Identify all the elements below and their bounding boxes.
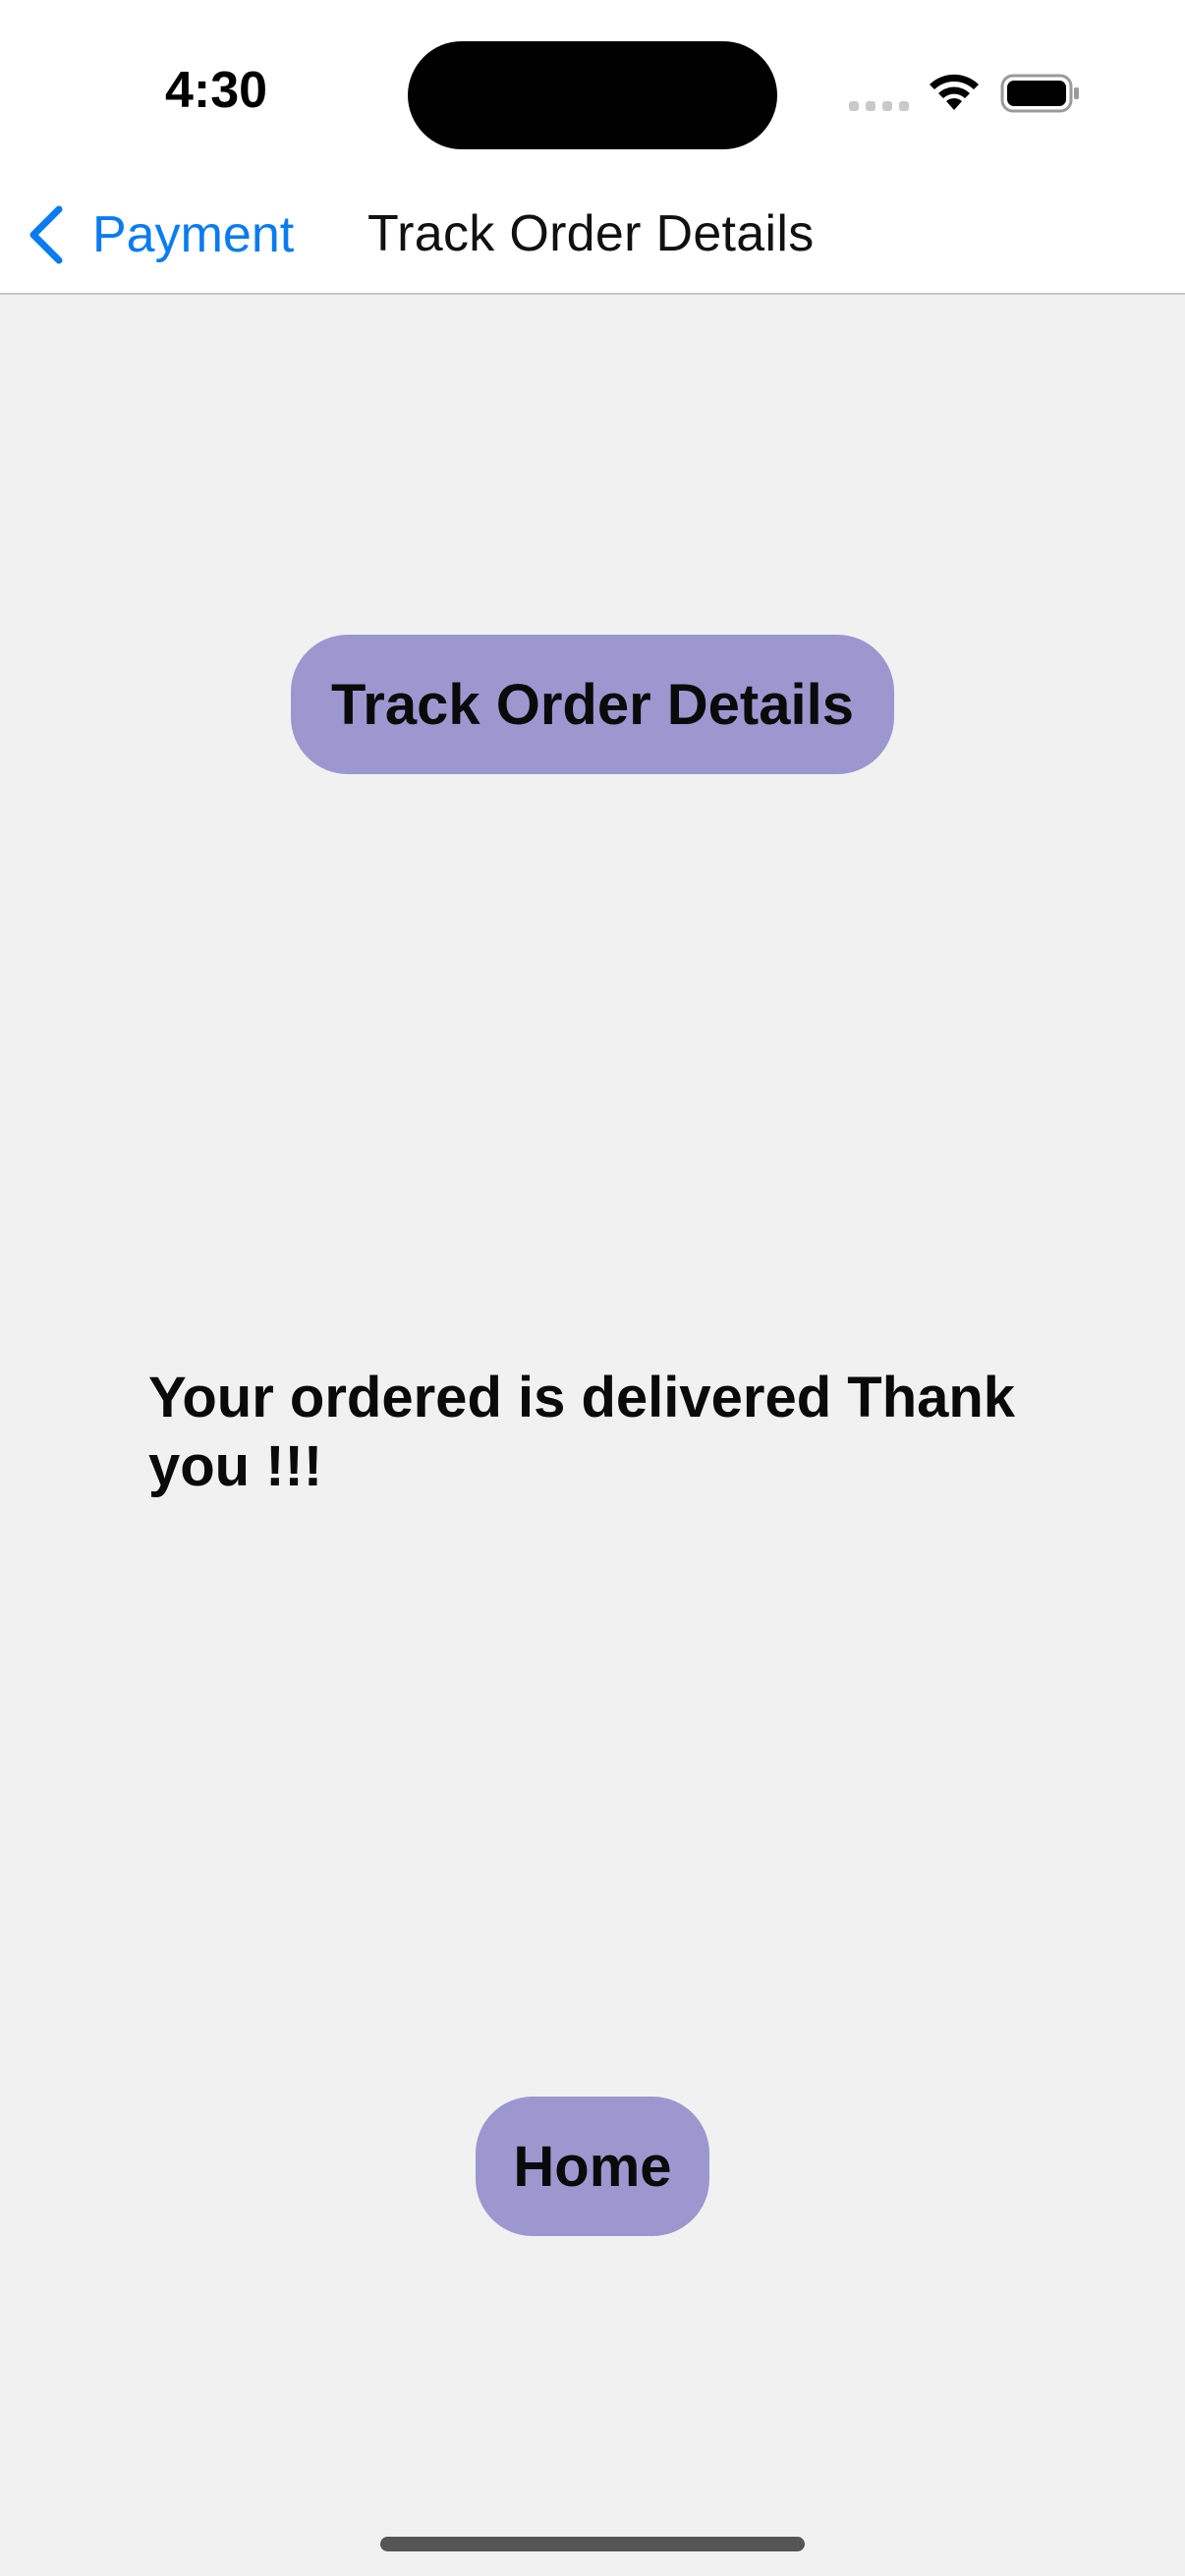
home-indicator[interactable] bbox=[380, 2537, 805, 2551]
dynamic-island bbox=[408, 41, 777, 149]
back-label: Payment bbox=[92, 206, 295, 263]
track-order-details-button[interactable]: Track Order Details bbox=[291, 635, 894, 774]
home-button[interactable]: Home bbox=[476, 2097, 709, 2236]
delivery-message: Your ordered is delivered Thank you !!! bbox=[148, 1366, 1016, 1498]
status-bar: 4:30 bbox=[0, 0, 1185, 177]
signal-icon bbox=[849, 101, 909, 111]
battery-icon bbox=[1000, 74, 1079, 113]
back-button[interactable]: Payment bbox=[24, 200, 294, 269]
wifi-icon bbox=[930, 74, 979, 110]
page-title: Track Order Details bbox=[367, 205, 815, 262]
status-time: 4:30 bbox=[165, 62, 268, 119]
navigation-bar: Payment Track Order Details bbox=[0, 177, 1185, 295]
chevron-left-icon bbox=[29, 205, 63, 264]
